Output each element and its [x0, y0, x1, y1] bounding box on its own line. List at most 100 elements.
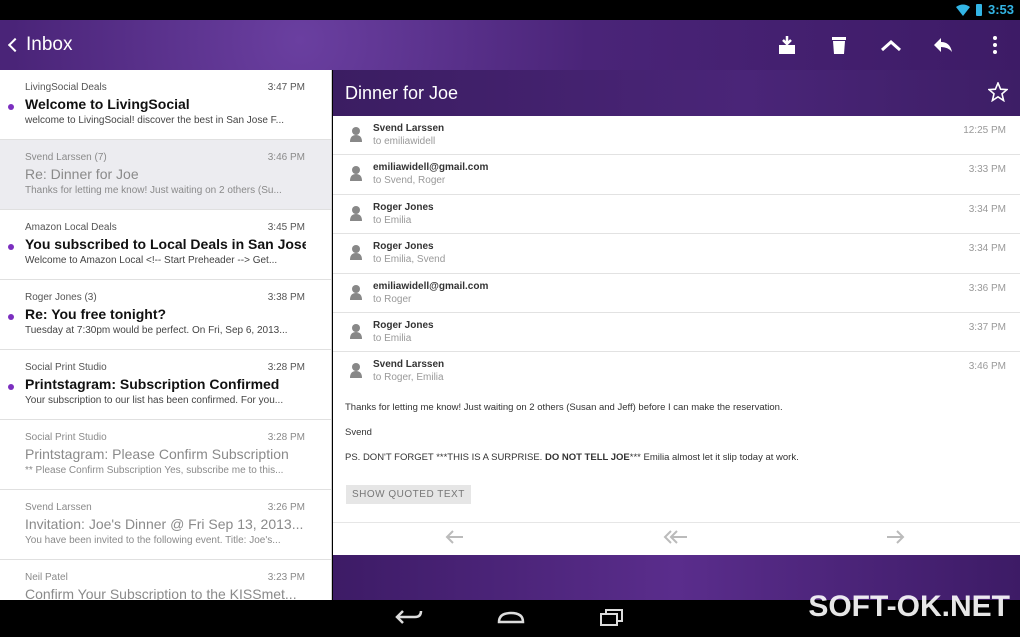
conversation-title: Dinner for Joe: [345, 83, 459, 103]
row-from: LivingSocial Deals: [25, 82, 107, 93]
wifi-icon: [955, 4, 970, 16]
forward-icon[interactable]: [885, 529, 905, 545]
inbox-row[interactable]: Amazon Local Deals 3:45 PM You subscribe…: [0, 210, 331, 280]
message-to: to Roger: [373, 293, 412, 305]
inbox-row[interactable]: Neil Patel 3:23 PM Confirm Your Subscrip…: [0, 560, 331, 600]
row-from: Neil Patel: [25, 572, 68, 583]
message-header[interactable]: Roger Jones to Emilia 3:37 PM: [333, 313, 1020, 353]
ps-suffix: *** Emilia almost let it slip today at w…: [629, 451, 799, 463]
show-quoted-text-button[interactable]: SHOW QUOTED TEXT: [346, 484, 471, 504]
nav-recents-icon[interactable]: [598, 607, 626, 627]
avatar-icon: [350, 205, 362, 221]
message-from: emiliawidell@gmail.com: [373, 162, 489, 174]
message-header[interactable]: Svend Larssen to Roger, Emilia 3:46 PM: [333, 352, 1020, 391]
ps-prefix: PS. DON'T FORGET ***THIS IS A SURPRISE.: [345, 451, 543, 463]
row-snippet: Welcome to Amazon Local <!-- Start Prehe…: [25, 255, 278, 266]
reply-actions: [333, 522, 1020, 552]
row-from: Social Print Studio: [25, 432, 107, 443]
reply-icon[interactable]: [445, 529, 465, 545]
inbox-list[interactable]: LivingSocial Deals 3:47 PM Welcome to Li…: [0, 70, 332, 600]
body-signature: Svend: [345, 426, 372, 438]
inbox-row[interactable]: Social Print Studio 3:28 PM Printstagram…: [0, 350, 331, 420]
message-to: to Emilia, Svend: [373, 254, 446, 266]
message-header[interactable]: emiliawidell@gmail.com to Roger 3:36 PM: [333, 274, 1020, 313]
message-time: 3:46 PM: [968, 361, 1006, 373]
row-snippet: You have been invited to the following e…: [25, 535, 281, 546]
message-time: 3:33 PM: [968, 164, 1006, 176]
chevron-up-icon: [881, 39, 901, 52]
message-body: Thanks for letting me know! Just waiting…: [333, 392, 1020, 463]
row-time: 3:26 PM: [267, 502, 305, 513]
row-snippet: welcome to LivingSocial! discover the be…: [25, 115, 285, 126]
collapse-button[interactable]: [880, 32, 902, 58]
delete-button[interactable]: [828, 32, 850, 58]
row-time: 3:28 PM: [267, 362, 305, 373]
archive-button[interactable]: [776, 32, 798, 58]
message-from: Svend Larssen: [373, 123, 445, 134]
row-time: 3:38 PM: [267, 292, 305, 303]
body-line: Thanks for letting me know! Just waiting…: [345, 401, 783, 413]
message-time: 3:34 PM: [968, 203, 1006, 215]
star-icon[interactable]: [988, 82, 1008, 102]
archive-icon: [779, 36, 795, 54]
unread-dot: [8, 314, 14, 320]
inbox-row[interactable]: LivingSocial Deals 3:47 PM Welcome to Li…: [0, 70, 331, 140]
message-header[interactable]: Roger Jones to Emilia 3:34 PM: [333, 195, 1020, 235]
back-to-inbox-button[interactable]: Inbox: [7, 34, 73, 56]
conversation-pane: Dinner for Joe Svend Larssen to emiliawi…: [333, 70, 1020, 600]
avatar-icon: [350, 245, 362, 261]
avatar-icon: [350, 363, 362, 379]
message-header[interactable]: Svend Larssen to emiliawidell 12:25 PM: [333, 116, 1020, 156]
message-header[interactable]: emiliawidell@gmail.com to Svend, Roger 3…: [333, 155, 1020, 195]
row-from: Amazon Local Deals: [25, 222, 117, 233]
nav-home-icon[interactable]: [496, 607, 526, 627]
message-from: Svend Larssen: [373, 359, 445, 371]
row-from: Svend Larssen: [25, 502, 92, 513]
inbox-row[interactable]: Svend Larssen 3:26 PM Invitation: Joe's …: [0, 490, 331, 560]
chevron-left-icon: [7, 37, 23, 53]
row-time: 3:47 PM: [267, 82, 305, 93]
message-to: to Emilia: [373, 214, 412, 226]
avatar-icon: [350, 323, 362, 339]
app-bar: Inbox: [0, 20, 1020, 70]
message-to: to Svend, Roger: [373, 175, 446, 187]
row-subject: Welcome to LivingSocial: [25, 96, 190, 112]
message-to: to Emilia: [373, 332, 412, 344]
nav-back-icon[interactable]: [395, 607, 423, 627]
message-time: 12:25 PM: [963, 125, 1006, 136]
status-time: 3:53: [987, 2, 1014, 17]
reply-button[interactable]: [932, 32, 954, 58]
row-time: 3:28 PM: [267, 432, 305, 443]
row-subject: Printstagram: Please Confirm Subscriptio…: [25, 446, 289, 462]
inbox-row[interactable]: Roger Jones (3) 3:38 PM Re: You free ton…: [0, 280, 331, 350]
row-snippet: Tuesday at 7:30pm would be perfect. On F…: [25, 325, 288, 336]
watermark: SOFT-OK.NET: [808, 590, 1010, 623]
overflow-menu-button[interactable]: [984, 32, 1006, 58]
message-to: to Roger, Emilia: [373, 372, 444, 384]
message-time: 3:36 PM: [968, 282, 1006, 294]
message-time: 3:34 PM: [968, 243, 1006, 255]
row-subject: You subscribed to Local Deals in San Jos…: [25, 236, 306, 252]
row-time: 3:45 PM: [267, 222, 305, 233]
avatar-icon: [350, 127, 362, 142]
message-from: Roger Jones: [373, 241, 434, 253]
inbox-row[interactable]: Svend Larssen (7) 3:46 PM Re: Dinner for…: [0, 140, 331, 210]
row-snippet: ** Please Confirm Subscription Yes, subs…: [25, 465, 284, 476]
row-from: Roger Jones (3): [25, 292, 97, 303]
message-to: to emiliawidell: [373, 136, 436, 147]
back-label: Inbox: [26, 34, 73, 55]
row-subject: Re: Dinner for Joe: [25, 166, 139, 182]
reply-all-icon[interactable]: [663, 529, 689, 545]
row-subject: Confirm Your Subscription to the KISSmet…: [25, 586, 297, 600]
inbox-row[interactable]: Social Print Studio 3:28 PM Printstagram…: [0, 420, 331, 490]
overflow-menu-icon: [993, 36, 997, 54]
reply-icon: [934, 38, 952, 52]
body-ps: PS. DON'T FORGET ***THIS IS A SURPRISE. …: [345, 452, 1008, 463]
unread-dot: [8, 104, 14, 110]
message-time: 3:37 PM: [968, 321, 1006, 333]
status-bar: 3:53: [0, 0, 1020, 20]
trash-icon: [832, 37, 846, 54]
ps-bold: DO NOT TELL JOE: [544, 451, 630, 463]
message-header[interactable]: Roger Jones to Emilia, Svend 3:34 PM: [333, 234, 1020, 274]
row-from: Social Print Studio: [25, 362, 107, 373]
